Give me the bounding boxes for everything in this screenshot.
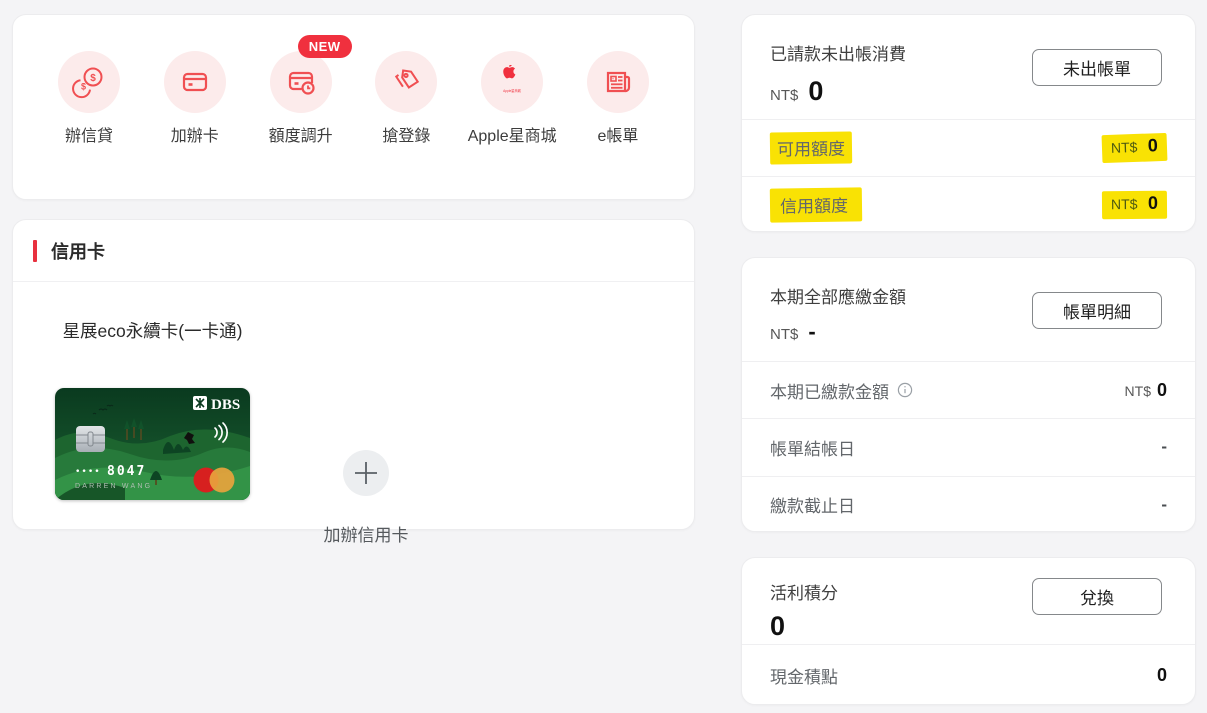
quick-action-label: Apple星商城 <box>467 128 557 145</box>
add-card-label: 加辦信用卡 <box>323 526 409 545</box>
coins-icon: $ $ <box>72 65 106 99</box>
quick-action-limit-increase[interactable]: NEW 額度調升 <box>249 35 353 146</box>
quick-action-label: 辦信貸 <box>64 128 113 145</box>
points-value: 0 <box>770 611 786 641</box>
statement-date-label: 帳單結帳日 <box>770 439 855 459</box>
due-date-value: - <box>1161 494 1167 514</box>
credit-card-icon <box>178 65 212 99</box>
available-limit-row: 可用額度 NT$ 0 <box>742 119 1195 176</box>
quick-action-ebill[interactable]: e帳單 <box>566 51 670 146</box>
new-badge: NEW <box>297 35 352 58</box>
quick-actions-panel: $ $ 辦信貸 加辦卡 NEW 額度調升 搶登錄 Apple星商城 Apple星… <box>12 14 695 200</box>
quick-action-label: 加辦卡 <box>170 128 219 145</box>
credit-limit-row: 信用額度 NT$ 0 <box>742 176 1195 233</box>
due-date-label: 繳款截止日 <box>770 497 855 517</box>
quick-action-personal-loan[interactable]: $ $ 辦信貸 <box>37 51 141 146</box>
svg-text:$: $ <box>81 82 86 92</box>
cash-points-row: 現金積點 0 <box>742 644 1195 706</box>
currency-label: NT$ <box>770 326 799 343</box>
add-credit-card-button[interactable]: 加辦信用卡 <box>301 450 431 546</box>
tag-icon <box>388 64 424 100</box>
unbilled-value: 0 <box>808 76 824 106</box>
statement-date-row: 帳單結帳日 - <box>742 418 1195 475</box>
svg-text:••••: •••• <box>75 467 101 477</box>
card-clock-icon <box>284 65 318 99</box>
svg-text:DARREN WANG: DARREN WANG <box>75 483 152 490</box>
svg-text:DBS: DBS <box>211 397 240 413</box>
paid-amount-row: 本期已繳款金額 NT$ 0 <box>742 361 1195 418</box>
due-date-row: 繳款截止日 - <box>742 475 1195 533</box>
cash-points-value: 0 <box>1156 665 1167 685</box>
available-limit-value: NT$ 0 <box>1101 132 1168 164</box>
available-limit-label: 可用額度 <box>769 131 853 165</box>
quick-action-registration[interactable]: 搶登錄 <box>354 51 458 146</box>
card-name: 星展eco永續卡(一卡通) <box>62 321 243 341</box>
info-icon[interactable] <box>897 382 913 398</box>
payment-value: - <box>808 319 816 344</box>
paid-amount-label: 本期已繳款金額 <box>770 382 889 402</box>
unbilled-statement-button[interactable]: 未出帳單 <box>1032 49 1162 86</box>
plus-icon <box>343 450 389 496</box>
svg-text:8047: 8047 <box>107 464 146 479</box>
points-panel: 活利積分 0 兌換 現金積點 0 <box>741 557 1196 705</box>
currency-label: NT$ <box>770 87 799 104</box>
credit-card-image[interactable]: DBS •••• 8047 DARREN WANG <box>55 388 250 500</box>
statement-detail-button[interactable]: 帳單明細 <box>1032 292 1162 329</box>
credit-card-panel: 信用卡 星展eco永續卡(一卡通) DBS •••• 8047 DARREN W… <box>12 219 695 545</box>
apple-icon: Apple星商城 <box>495 65 529 99</box>
quick-action-add-card[interactable]: 加辦卡 <box>143 51 247 146</box>
statement-date-value: - <box>1161 437 1167 457</box>
quick-action-label: 額度調升 <box>268 128 333 145</box>
mastercard-logo <box>193 467 235 493</box>
quick-action-apple-store[interactable]: Apple星商城 Apple星商城 <box>460 51 564 146</box>
credit-card-section-header: 信用卡 <box>13 220 694 282</box>
unbilled-panel: 已請款未出帳消費 NT$ 0 未出帳單 可用額度 NT$ 0 信用額度 NT$ … <box>741 14 1196 232</box>
credit-limit-label: 信用額度 <box>769 187 863 223</box>
svg-text:$: $ <box>90 73 96 84</box>
svg-text:Apple星商城: Apple星商城 <box>503 88 522 93</box>
redeem-button[interactable]: 兌換 <box>1032 578 1162 615</box>
payment-panel: 本期全部應繳金額 NT$ - 帳單明細 本期已繳款金額 NT$ 0 帳單結帳日 … <box>741 257 1196 532</box>
paid-amount-value: NT$ 0 <box>1124 379 1167 400</box>
cash-points-label: 現金積點 <box>770 668 838 687</box>
quick-action-label: 搶登錄 <box>382 128 431 145</box>
section-title: 信用卡 <box>51 241 105 262</box>
credit-limit-value: NT$ 0 <box>1101 190 1168 220</box>
quick-action-label: e帳單 <box>597 128 639 145</box>
section-accent-bar <box>33 239 37 262</box>
ebill-icon <box>601 65 635 99</box>
